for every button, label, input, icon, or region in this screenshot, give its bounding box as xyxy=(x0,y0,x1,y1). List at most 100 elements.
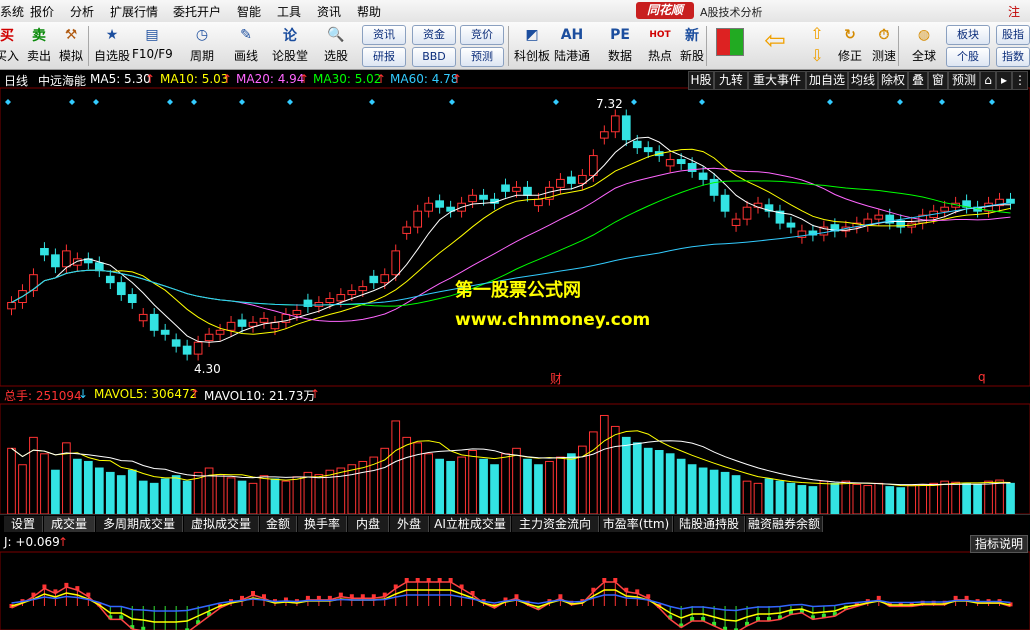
financial-report-marker[interactable]: 财 xyxy=(550,370,562,387)
menu-extended-quotes[interactable]: 扩展行情 xyxy=(110,3,158,20)
volume-bar xyxy=(632,442,642,515)
tab-6[interactable]: 内盘 xyxy=(348,516,389,532)
lun-icon: 论 xyxy=(283,28,297,44)
volume-bar xyxy=(995,479,1004,515)
tab-1[interactable]: 成交量 xyxy=(44,516,95,532)
menu-trade[interactable]: 委托开户 xyxy=(173,3,221,20)
down-arrow-icon[interactable]: ⇩ xyxy=(806,46,828,65)
toolbar-button-8[interactable]: 🔍 选股 xyxy=(316,24,356,64)
indicator-explain-button[interactable]: 指标说明 xyxy=(970,535,1028,553)
volume-bar xyxy=(292,476,302,515)
candle-body xyxy=(248,321,258,327)
toolbar-button-5[interactable]: ◷ 周期 xyxy=(182,24,222,64)
tab-4[interactable]: 金额 xyxy=(260,516,297,532)
toolbar-pill-4[interactable]: 竞价 xyxy=(460,25,504,45)
panel-toggle-icon[interactable]: ▸ xyxy=(996,71,1012,90)
speed-icon: ⏱ xyxy=(878,27,890,43)
candle-body xyxy=(599,131,609,139)
add-watchlist-button[interactable]: 加自选 xyxy=(806,71,848,90)
major-events-button[interactable]: 重大事件 xyxy=(748,71,806,90)
volume-bar xyxy=(435,458,444,515)
tab-3[interactable]: 虚拟成交量 xyxy=(184,516,259,532)
forecast-button[interactable]: 预测 xyxy=(948,71,980,90)
toolbar-button-16[interactable]: ◍ 全球 xyxy=(904,24,944,64)
tab-10[interactable]: 市盈率(ttm) xyxy=(600,516,673,532)
volume-bar xyxy=(336,467,346,515)
toolbar-button-9[interactable]: ◩ 科创板 xyxy=(512,24,552,64)
toolbar-button-6[interactable]: ✎ 画线 xyxy=(226,24,266,64)
candle-body xyxy=(643,147,653,153)
toolbar-button-7[interactable]: 论论股堂 xyxy=(270,24,310,64)
f10-icon: ▤ xyxy=(145,27,159,43)
candle-body xyxy=(512,186,521,192)
toolbar-button-10[interactable]: AH 陆港通 xyxy=(552,24,592,64)
volume-bar xyxy=(358,460,368,515)
candle-body xyxy=(874,214,884,220)
toolbar-pill-5[interactable]: 预测 xyxy=(460,47,504,67)
volume-bar xyxy=(127,469,137,515)
tab-2[interactable]: 多周期成交量 xyxy=(96,516,183,532)
tab-5[interactable]: 换手率 xyxy=(298,516,347,532)
tab-8[interactable]: AI立桩成交量 xyxy=(430,516,511,532)
back-arrow-icon[interactable]: ⇦ xyxy=(760,28,790,54)
toolbar-pill-0[interactable]: 资讯 xyxy=(362,25,406,45)
toolbar-pill-2[interactable]: 资金 xyxy=(412,25,456,45)
up-arrow-icon[interactable]: ⇧ xyxy=(806,24,828,43)
menu-tools[interactable]: 工具 xyxy=(277,3,301,20)
lock-icon[interactable]: ⌂ xyxy=(980,71,996,90)
toolbar-button-11[interactable]: PE 数据 xyxy=(600,24,640,64)
candle-body xyxy=(94,262,104,272)
toolbar-pill-6[interactable]: 板块 xyxy=(946,25,990,45)
toolbar-separator xyxy=(88,26,89,66)
toolbar-button-1[interactable]: 卖卖出 xyxy=(24,24,54,64)
menu-help[interactable]: 帮助 xyxy=(357,3,381,20)
tab-0[interactable]: 设置 xyxy=(4,516,43,532)
candle-body xyxy=(171,339,181,347)
volume-bar xyxy=(676,458,686,515)
overlay-button[interactable]: 叠 xyxy=(908,71,928,90)
volume-bar xyxy=(588,431,598,515)
ma-button[interactable]: 均线 xyxy=(848,71,878,90)
menu-smart[interactable]: 智能 xyxy=(237,3,261,20)
toolbar-pill-1[interactable]: 研报 xyxy=(362,47,406,67)
stock-chart[interactable] xyxy=(0,70,1030,630)
toolbar-button-4[interactable]: ▤ F10/F9 xyxy=(132,24,173,61)
toolbar-button-3[interactable]: ★ 自选股 xyxy=(92,24,132,64)
candle-body xyxy=(40,248,49,256)
tab-7[interactable]: 外盘 xyxy=(390,516,429,532)
volume-bar xyxy=(687,464,697,515)
candle-body xyxy=(435,200,444,208)
toolbar-button-2[interactable]: ⚒ 模拟 xyxy=(56,24,86,64)
candle-body xyxy=(215,329,225,335)
window-button[interactable]: 窗 xyxy=(928,71,948,90)
layout-grid-icon[interactable] xyxy=(716,28,744,56)
menu-analysis[interactable]: 分析 xyxy=(70,3,94,20)
menu-system[interactable]: 系统 xyxy=(0,3,24,20)
toolbar-pill-8[interactable]: 股指 xyxy=(996,25,1030,45)
volume-bar xyxy=(424,453,434,515)
toolbar-button-0[interactable]: 买买入 xyxy=(0,24,22,64)
toolbar-pill-3[interactable]: BBD xyxy=(412,47,456,67)
candle-body xyxy=(105,275,115,284)
toolbar-button-label: F10/F9 xyxy=(132,47,173,61)
volume-bar xyxy=(643,447,653,515)
volume-bar xyxy=(907,485,917,515)
nine-turn-button[interactable]: 九转 xyxy=(714,71,748,90)
tab-12[interactable]: 融资融券余额 xyxy=(746,516,823,532)
toolbar-pill-9[interactable]: 指数 xyxy=(996,47,1030,67)
kdj-j-value: J: +0.069 xyxy=(4,535,60,549)
q-marker[interactable]: q xyxy=(978,370,986,384)
tab-11[interactable]: 陆股通持股 xyxy=(674,516,745,532)
menu-bar: 系统 报价 分析 扩展行情 委托开户 智能 工具 资讯 帮助 同花顺 A股技术分… xyxy=(0,0,1030,36)
volume-bar xyxy=(797,485,807,515)
menu-quotes[interactable]: 报价 xyxy=(30,3,54,20)
ex-rights-button[interactable]: 除权 xyxy=(878,71,908,90)
h-share-button[interactable]: H股 xyxy=(688,71,714,90)
candle-body xyxy=(940,206,949,212)
toolbar-pill-7[interactable]: 个股 xyxy=(946,47,990,67)
tab-9[interactable]: 主力资金流向 xyxy=(512,516,599,532)
menu-news[interactable]: 资讯 xyxy=(317,3,341,20)
more-icon[interactable]: ⋮ xyxy=(1012,71,1028,90)
candle-body xyxy=(523,186,532,196)
volume-bar xyxy=(567,453,576,515)
